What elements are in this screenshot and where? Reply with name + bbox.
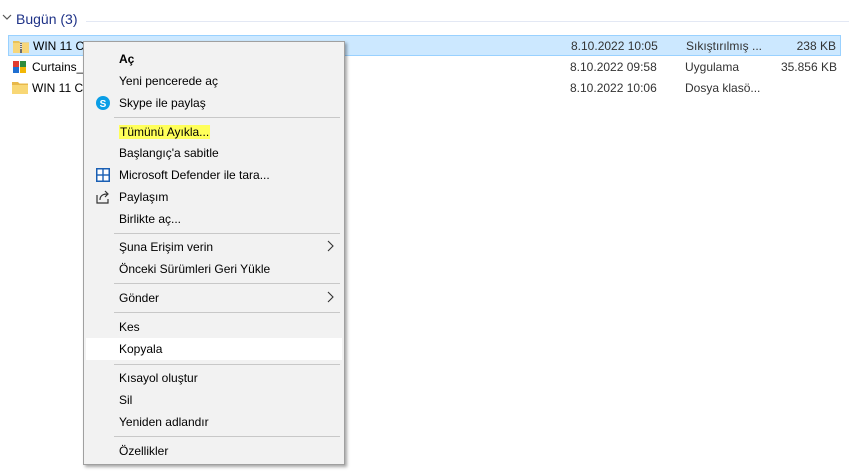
highlight-marker: Tümünü Ayıkla... [119, 125, 211, 139]
chevron-down-icon [2, 14, 12, 20]
menu-item-open[interactable]: Aç [86, 48, 342, 70]
menu-item-label: Şuna Erişim verin [119, 240, 214, 254]
menu-item-label: Önceki Sürümleri Geri Yükle [119, 262, 271, 276]
menu-item-label: Kes [119, 320, 140, 334]
file-name: Curtains_s [32, 60, 90, 74]
file-date: 8.10.2022 09:58 [570, 60, 657, 74]
file-explorer-view: Bugün (3) WIN 11 Cu 8.10.2022 10:05 Sıkı… [0, 0, 849, 474]
menu-separator [114, 283, 340, 284]
file-type: Sıkıştırılmış ... [686, 39, 763, 53]
menu-item-create-shortcut[interactable]: Kısayol oluştur [86, 367, 342, 389]
menu-item-label: Gönder [119, 291, 160, 305]
menu-item-properties[interactable]: Özellikler [86, 440, 342, 462]
menu-item-label: Başlangıç'a sabitle [119, 146, 219, 160]
file-date: 8.10.2022 10:05 [571, 39, 658, 53]
menu-separator [114, 436, 340, 437]
menu-item-label: Yeni pencerede aç [119, 74, 218, 88]
file-name: WIN 11 Cu [32, 81, 90, 95]
share-icon [96, 190, 109, 204]
menu-item-open-new-window[interactable]: Yeni pencerede aç [86, 70, 342, 92]
menu-item-label: Kopyala [119, 342, 163, 356]
menu-item-delete[interactable]: Sil [86, 389, 342, 411]
menu-item-label: Sil [119, 393, 133, 407]
menu-item-open-with[interactable]: Birlikte aç... [86, 208, 342, 230]
group-header-today[interactable]: Bugün (3) [0, 8, 849, 30]
chevron-right-icon [327, 240, 334, 252]
menu-item-defender-scan[interactable]: Microsoft Defender ile tara... [86, 164, 342, 186]
zip-folder-icon [13, 41, 29, 53]
menu-item-label: Microsoft Defender ile tara... [119, 168, 270, 182]
folder-icon [12, 82, 28, 94]
menu-item-send-to[interactable]: Gönder [86, 287, 342, 309]
file-size: 238 KB [796, 39, 836, 53]
menu-item-share-skype[interactable]: S Skype ile paylaş [86, 92, 342, 114]
menu-item-share[interactable]: Paylaşım [86, 186, 342, 208]
file-size: 35.856 KB [780, 60, 837, 74]
menu-item-label: Özellikler [119, 444, 169, 458]
group-title: Bugün (3) [16, 11, 78, 27]
file-type: Dosya klasö... [685, 81, 761, 95]
menu-item-label: Aç [119, 52, 135, 66]
menu-item-label: Skype ile paylaş [119, 96, 206, 110]
group-divider [86, 21, 849, 22]
defender-shield-icon [96, 168, 110, 182]
menu-item-restore-versions[interactable]: Önceki Sürümleri Geri Yükle [86, 258, 342, 280]
menu-item-label: Paylaşım [119, 190, 169, 204]
menu-item-rename[interactable]: Yeniden adlandır [86, 411, 342, 433]
application-icon [13, 61, 26, 73]
menu-item-cut[interactable]: Kes [86, 316, 342, 338]
file-type: Uygulama [685, 60, 740, 74]
menu-item-extract-all[interactable]: Tümünü Ayıkla... [86, 121, 342, 143]
skype-icon: S [96, 96, 110, 110]
menu-separator [114, 364, 340, 365]
context-menu: Aç Yeni pencerede aç S Skype ile paylaş … [83, 41, 345, 465]
menu-item-pin-start[interactable]: Başlangıç'a sabitle [86, 142, 342, 164]
menu-item-label: Birlikte aç... [119, 212, 182, 226]
svg-text:S: S [100, 99, 107, 110]
menu-item-label: Kısayol oluştur [119, 371, 198, 385]
menu-separator [114, 117, 340, 118]
menu-item-label: Tümünü Ayıkla... [119, 125, 211, 139]
menu-separator [114, 233, 340, 234]
menu-item-label: Yeniden adlandır [119, 415, 209, 429]
menu-item-copy[interactable]: Kopyala [86, 338, 342, 360]
file-date: 8.10.2022 10:06 [570, 81, 657, 95]
menu-item-give-access[interactable]: Şuna Erişim verin [86, 236, 342, 258]
chevron-right-icon [327, 291, 334, 303]
menu-separator [114, 312, 340, 313]
